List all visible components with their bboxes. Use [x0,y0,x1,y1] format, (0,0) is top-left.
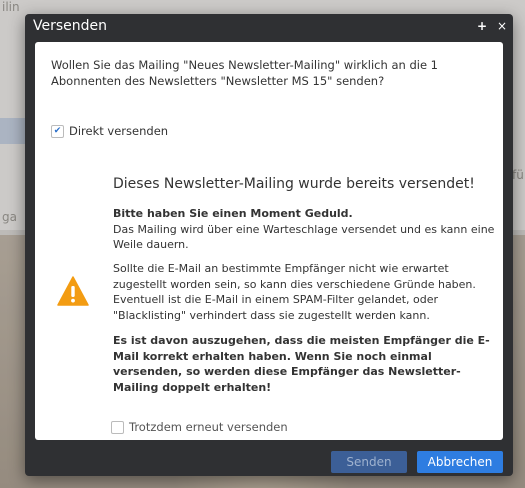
wait-notice-text: Das Mailing wird über eine Warteschlage … [113,222,495,252]
dialog-titlebar[interactable]: Versenden + × [25,14,513,40]
send-dialog: Versenden + × Wollen Sie das Mailing "Ne… [25,14,513,476]
close-icon[interactable]: × [497,19,507,33]
checkbox-checked-icon[interactable]: ✔ [51,124,64,138]
dialog-title: Versenden [33,18,108,34]
cancel-button[interactable]: Abbrechen [417,451,503,473]
confirm-question: Wollen Sie das Mailing "Neues Newsletter… [51,58,438,88]
dialog-footer: Senden Abbrechen [25,446,513,476]
checkbox-unchecked-icon[interactable] [111,420,124,434]
warning-paragraph-duplicate: Es ist davon auszugehen, dass die meiste… [113,334,490,394]
warning-triangle-icon [57,276,89,306]
wait-notice-bold: Bitte haben Sie einen Moment Geduld. [113,207,353,220]
send-button[interactable]: Senden [331,451,407,473]
resend-anyway-label: Trotzdem erneut versenden [129,420,288,434]
maximize-icon[interactable]: + [477,19,487,33]
warning-heading: Dieses Newsletter-Mailing wurde bereits … [113,176,475,192]
warning-paragraph-delivery: Sollte die E-Mail an bestimmte Empfänger… [113,262,476,322]
direct-send-label: Direkt versenden [69,124,169,138]
dialog-content: Wollen Sie das Mailing "Neues Newsletter… [35,42,503,440]
resend-anyway-checkbox[interactable]: Trotzdem erneut versenden [111,420,288,434]
warning-paragraph-wait: Bitte haben Sie einen Moment Geduld. Das… [113,206,497,253]
direct-send-checkbox[interactable]: ✔ Direkt versenden [51,124,168,138]
